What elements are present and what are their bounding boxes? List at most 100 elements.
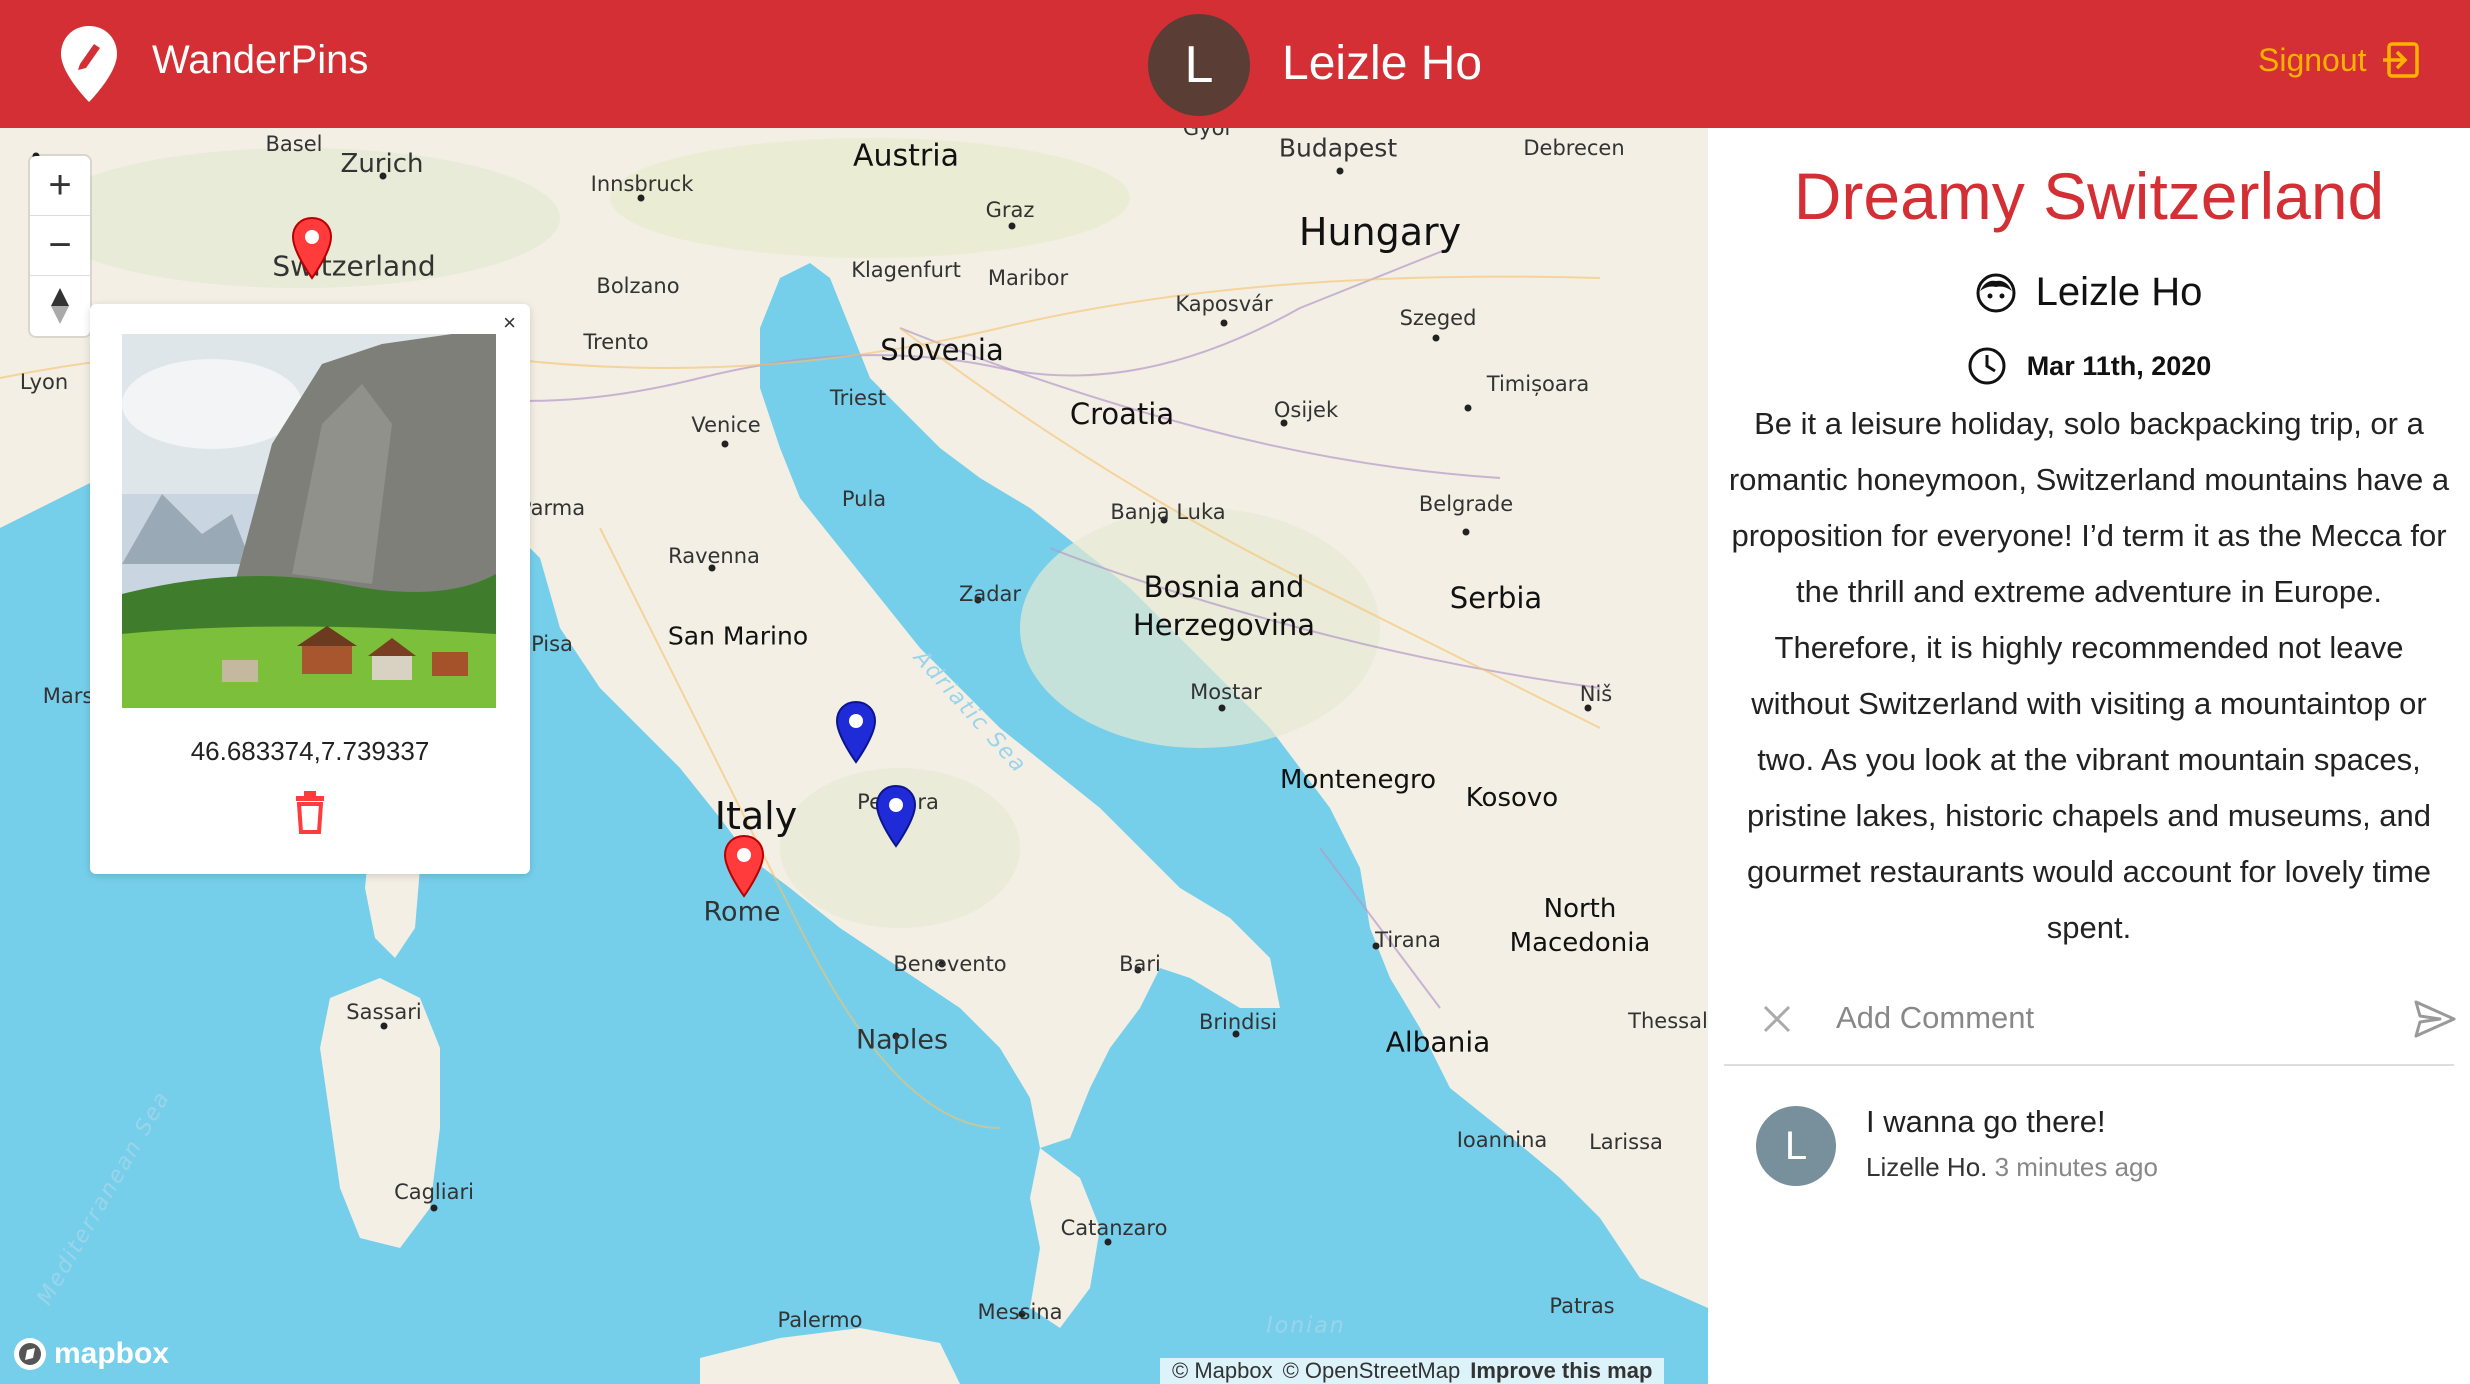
map-label-nis: Niš (1579, 682, 1613, 706)
clock-icon (1968, 347, 2006, 385)
map-label-palermo: Palermo (777, 1308, 863, 1332)
post-author: Leizle Ho (2035, 270, 2203, 314)
map-label-cagliari: Cagliari (394, 1180, 474, 1204)
map-label-triest: Triest (829, 386, 887, 410)
app-root: WanderPins L Leizle Ho Signout Basel Zur… (0, 0, 2470, 1384)
map-label-north-macedonia: North Macedonia (1509, 894, 1651, 958)
map-label-hungary: Hungary (1298, 210, 1462, 254)
comment-input[interactable] (1836, 990, 2356, 1046)
mapbox-icon (14, 1338, 46, 1370)
map-label-albania: Albania (1385, 1025, 1491, 1059)
map-label-szeged: Szeged (1399, 306, 1477, 330)
zoom-out-button[interactable]: − (30, 216, 90, 276)
attribution-mapbox-link[interactable]: © Mapbox (1172, 1358, 1273, 1384)
map-pin-logo-icon[interactable] (58, 24, 120, 104)
map-label-austria: Austria (853, 138, 959, 174)
user-name: Leizle Ho (1282, 37, 1483, 90)
city-dot (1432, 334, 1440, 342)
user-avatar[interactable]: L (1148, 14, 1250, 116)
map-label-patras: Patras (1549, 1294, 1615, 1318)
map-label-montenegro: Montenegro (1279, 765, 1437, 795)
clear-comment-icon[interactable] (1762, 1004, 1792, 1034)
city-dot (1464, 404, 1472, 412)
map-label-bolzano: Bolzano (596, 274, 680, 298)
map-label-benevento: Benevento (893, 952, 1007, 976)
map-label-ravenna: Ravenna (668, 544, 760, 568)
map-label-ionian: Ionian (1266, 1313, 1346, 1339)
improve-map-link[interactable]: Improve this map (1470, 1358, 1652, 1384)
map-label-lyon: Lyon (19, 370, 69, 394)
map-label-budapest: Budapest (1278, 133, 1398, 163)
map-label-trento: Trento (583, 330, 649, 354)
app-header: WanderPins L Leizle Ho Signout (0, 0, 2470, 128)
city-dot (1336, 167, 1344, 175)
face-icon (1976, 273, 2016, 312)
comment-meta: Lizelle Ho. 3 minutes ago (1866, 1152, 2158, 1182)
city-dot (430, 1204, 438, 1212)
post-panel: Dreamy Switzerland Leizle Ho Mar 11th, 2… (1708, 128, 2470, 1384)
brand-name[interactable]: WanderPins (152, 38, 368, 83)
signout-button[interactable]: Signout (2258, 40, 2421, 80)
map-view[interactable]: Basel Zurich Innsbruck Austria Győr Buda… (0, 128, 1708, 1384)
map-label-zadar: Zadar (958, 582, 1022, 606)
map-label-kosovo: Kosovo (1465, 783, 1559, 813)
map-label-pisa: Pisa (531, 632, 573, 656)
pin-red-switzerland[interactable] (290, 216, 334, 280)
map-label-thessal: Thessal (1628, 1009, 1708, 1033)
compass-button[interactable] (30, 276, 90, 336)
map-label-maribor: Maribor (987, 266, 1069, 290)
map-label-croatia: Croatia (1069, 397, 1175, 431)
mapbox-logo[interactable]: mapbox (12, 1336, 169, 1372)
map-label-graz: Graz (985, 198, 1035, 222)
pin-popup: × 46.683374,7.739337 (90, 304, 530, 874)
map-label-sassari: Sassari (346, 1000, 422, 1024)
popup-close-button[interactable]: × (503, 310, 516, 336)
map-label-pula: Pula (841, 487, 887, 511)
map-label-belgrade: Belgrade (1418, 492, 1514, 516)
pin-red-rome[interactable] (722, 834, 766, 898)
zoom-in-button[interactable]: + (30, 156, 90, 216)
map-label-tirana: Tirana (1375, 928, 1441, 952)
map-label-innsbruck: Innsbruck (590, 172, 694, 196)
city-dot (1218, 704, 1226, 712)
map-label-mostar: Mostar (1190, 680, 1262, 704)
city-dot (1462, 528, 1470, 536)
attribution-osm-link[interactable]: © OpenStreetMap (1283, 1358, 1461, 1384)
map-label-slovenia: Slovenia (880, 333, 1004, 367)
map-attribution: © Mapbox © OpenStreetMap Improve this ma… (1160, 1358, 1665, 1384)
map-label-larissa: Larissa (1589, 1130, 1663, 1154)
map-label-italy: Italy (714, 794, 798, 838)
post-title: Dreamy Switzerland (1793, 159, 2385, 233)
post-body: Be it a leisure holiday, solo backpackin… (1728, 406, 2450, 945)
signout-label: Signout (2258, 41, 2367, 78)
city-dot (1220, 319, 1228, 327)
comment-item: L I wanna go there! Lizelle Ho. 3 minute… (1756, 1104, 2436, 1194)
map-label-messina: Messina (977, 1300, 1063, 1324)
map-label-catanzaro: Catanzaro (1060, 1216, 1168, 1240)
map-label-gyor: Győr (1182, 128, 1234, 140)
map-label-zurich: Zurich (340, 149, 424, 179)
mapbox-logo-text: mapbox (54, 1337, 170, 1370)
city-dot (721, 440, 729, 448)
send-icon[interactable] (2414, 1000, 2456, 1038)
city-dot (1008, 222, 1016, 230)
map-label-venice: Venice (691, 413, 761, 437)
comment-time: 3 minutes ago (1994, 1152, 2158, 1182)
map-label-bari: Bari (1119, 952, 1161, 976)
pin-blue-adriatic[interactable] (834, 700, 878, 764)
comment-text: I wanna go there! (1866, 1104, 2106, 1139)
post-author-row: Leizle Ho (1708, 270, 2470, 315)
map-label-klagenfurt: Klagenfurt (851, 258, 961, 282)
map-label-serbia: Serbia (1449, 581, 1543, 615)
post-date: Mar 11th, 2020 (2026, 350, 2212, 381)
map-label-ioannina: Ioannina (1456, 1128, 1548, 1152)
comment-avatar[interactable]: L (1756, 1106, 1836, 1186)
map-label-kaposvar: Kaposvár (1175, 292, 1273, 316)
zoom-control: + − (30, 156, 90, 336)
popup-coordinates: 46.683374,7.739337 (190, 736, 430, 766)
pin-blue-pescara[interactable] (874, 784, 918, 848)
map-label-mars: Mars (42, 684, 94, 708)
map-label-timisoara: Timișoara (1486, 372, 1590, 396)
trash-icon[interactable] (290, 790, 330, 834)
map-label-bosnia: Bosnia and Herzegovina (1132, 570, 1316, 642)
